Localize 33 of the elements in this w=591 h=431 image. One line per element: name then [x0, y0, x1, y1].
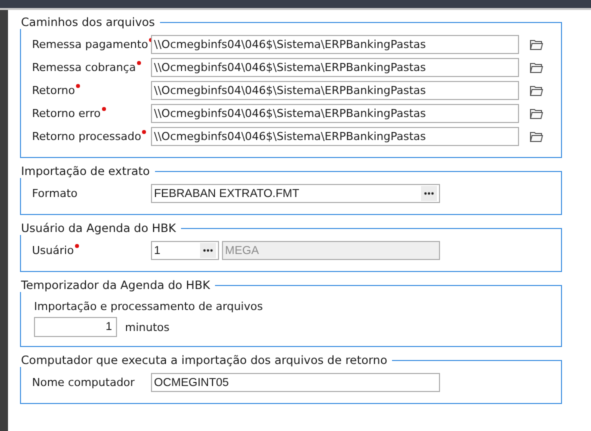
group-title: Computador que executa a importação dos arquivos de retorno: [20, 353, 388, 367]
field-label: Formato: [32, 187, 78, 200]
folder-icon[interactable]: [530, 86, 543, 96]
group-title: Usuário da Agenda do HBK: [20, 221, 177, 235]
field-label: Retorno erro: [32, 107, 101, 120]
path-field[interactable]: \\Ocmegbinfs04\046$\Sistema\ERPBankingPastas: [151, 104, 519, 123]
field-label: Retorno: [32, 84, 75, 97]
folder-icon[interactable]: [530, 62, 543, 72]
path-field[interactable]: \\Ocmegbinfs04\046$\Sistema\ERPBankingPastas: [151, 35, 519, 54]
number-field[interactable]: 1: [34, 317, 117, 337]
lookup-field[interactable]: 1: [151, 241, 219, 260]
group-title: Temporizador da Agenda do HBK: [20, 278, 212, 292]
field-label: Importação e processamento de arquivos: [34, 300, 264, 313]
path-field[interactable]: \\Ocmegbinfs04\046$\Sistema\ERPBankingPastas: [151, 127, 519, 146]
field-label: Nome computador: [32, 376, 135, 389]
path-field[interactable]: \\Ocmegbinfs04\046$\Sistema\ERPBankingPastas: [151, 81, 519, 100]
browse-button[interactable]: [200, 243, 216, 258]
text-field[interactable]: OCMEGINT05: [151, 373, 440, 392]
ellipsis-icon: [424, 192, 434, 195]
field-label: Retorno processado: [32, 130, 142, 143]
browse-button[interactable]: [421, 186, 437, 201]
lookup-field[interactable]: FEBRABAN EXTRATO.FMT: [151, 184, 440, 203]
ellipsis-icon: [203, 249, 213, 252]
field-label: Remessa pagamento: [32, 38, 148, 51]
folder-icon[interactable]: [530, 108, 543, 118]
unit-label: minutos: [125, 320, 170, 334]
group-title: Caminhos dos arquivos: [20, 15, 156, 29]
folder-icon[interactable]: [530, 40, 543, 50]
field-label: Remessa cobrança: [32, 61, 136, 74]
folder-icon[interactable]: [530, 132, 543, 142]
group-title: Importação de extrato: [20, 164, 151, 178]
field-label: Usuário: [32, 244, 74, 257]
path-field[interactable]: \\Ocmegbinfs04\046$\Sistema\ERPBankingPastas: [151, 58, 519, 77]
